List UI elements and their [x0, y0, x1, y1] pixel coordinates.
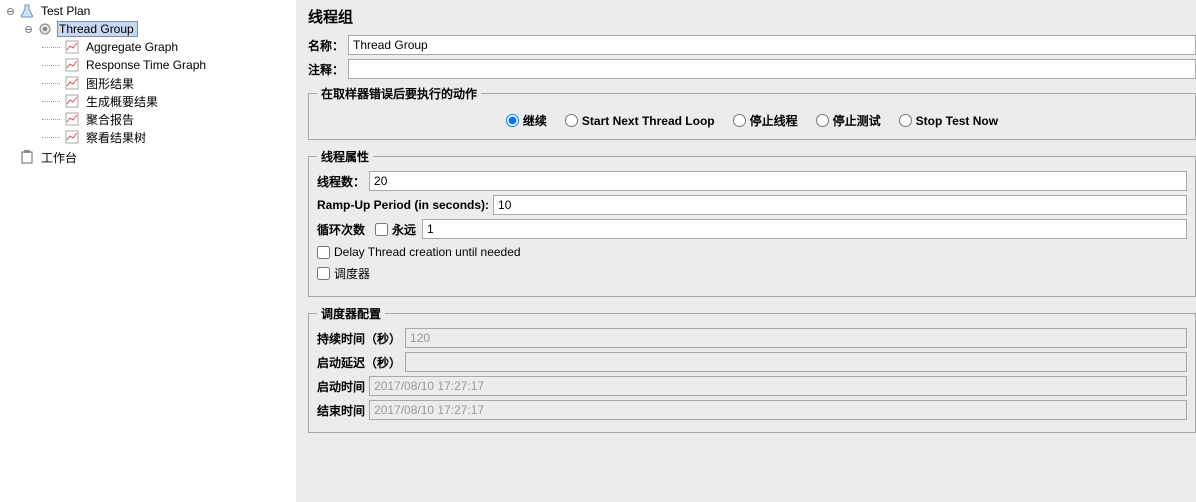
on-sampler-error-group: 在取样器错误后要执行的动作 继续 Start Next Thread Loop … — [308, 85, 1196, 140]
forever-checkbox[interactable] — [375, 223, 388, 236]
tree-label: Test Plan — [39, 4, 94, 18]
delay-thread-label: Delay Thread creation until needed — [334, 245, 521, 259]
loop-count-input[interactable] — [422, 219, 1187, 239]
chart-icon — [64, 57, 80, 73]
scheduler-label: 调度器 — [334, 265, 370, 282]
name-label: 名称： — [308, 37, 344, 54]
chart-icon — [64, 93, 80, 109]
radio-stop-test[interactable]: 停止测试 — [816, 112, 881, 129]
radio-stop-test-now[interactable]: Stop Test Now — [899, 114, 998, 128]
clipboard-icon — [19, 149, 35, 165]
tree-label: 工作台 — [39, 149, 81, 166]
forever-checkbox-wrap[interactable]: 永远 — [375, 221, 416, 238]
delay-thread-checkbox[interactable] — [317, 246, 330, 259]
radio-continue[interactable]: 继续 — [506, 112, 547, 129]
tree-node-listener[interactable]: Aggregate Graph — [42, 38, 296, 56]
scheduler-config-legend: 调度器配置 — [317, 305, 385, 322]
radio-start-next-loop-input[interactable] — [565, 114, 578, 127]
tree-label: 聚合报告 — [84, 111, 138, 128]
threads-input[interactable] — [369, 171, 1187, 191]
duration-input — [405, 328, 1187, 348]
duration-label: 持续时间（秒） — [317, 330, 401, 347]
beaker-icon — [19, 3, 35, 19]
radio-continue-input[interactable] — [506, 114, 519, 127]
start-time-input — [369, 376, 1187, 396]
tree-label: Aggregate Graph — [84, 40, 182, 54]
tree-label: Thread Group — [57, 21, 138, 37]
startup-delay-input — [405, 352, 1187, 372]
chart-icon — [64, 111, 80, 127]
ramp-up-label: Ramp-Up Period (in seconds): — [317, 198, 489, 212]
thread-group-panel: 线程组 名称： 注释： 在取样器错误后要执行的动作 继续 Start Next … — [300, 0, 1196, 502]
tree-node-workbench[interactable]: 工作台 — [6, 148, 296, 166]
radio-stop-test-input[interactable] — [816, 114, 829, 127]
tree-label: 察看结果树 — [84, 129, 150, 146]
chart-icon — [64, 129, 80, 145]
tree-label: 生成概要结果 — [84, 93, 162, 110]
thread-properties-legend: 线程属性 — [317, 148, 373, 165]
tree-node-listener[interactable]: 图形结果 — [42, 74, 296, 92]
collapse-icon[interactable] — [6, 7, 15, 16]
thread-properties-group: 线程属性 线程数： Ramp-Up Period (in seconds): 循… — [308, 148, 1196, 297]
comment-label: 注释： — [308, 61, 344, 78]
tree-node-thread-group[interactable]: Thread Group — [24, 20, 296, 38]
scheduler-config-group: 调度器配置 持续时间（秒） 启动延迟（秒） 启动时间 结束时间 — [308, 305, 1196, 433]
end-time-input — [369, 400, 1187, 420]
tree-node-test-plan[interactable]: Test Plan — [6, 2, 296, 20]
end-time-label: 结束时间 — [317, 402, 365, 419]
radio-start-next-loop[interactable]: Start Next Thread Loop — [565, 114, 715, 128]
gear-icon — [37, 21, 53, 37]
on-sampler-error-legend: 在取样器错误后要执行的动作 — [317, 85, 481, 102]
tree-node-listener[interactable]: 聚合报告 — [42, 110, 296, 128]
comment-input[interactable] — [348, 59, 1196, 79]
ramp-up-input[interactable] — [493, 195, 1187, 215]
chart-icon — [64, 75, 80, 91]
startup-delay-label: 启动延迟（秒） — [317, 354, 401, 371]
radio-stop-thread-input[interactable] — [733, 114, 746, 127]
tree-node-listener[interactable]: 生成概要结果 — [42, 92, 296, 110]
threads-label: 线程数： — [317, 173, 365, 190]
test-plan-tree[interactable]: Test Plan Thread Group Aggregate Graph R… — [0, 0, 300, 502]
name-input[interactable] — [348, 35, 1196, 55]
tree-label: 图形结果 — [84, 75, 138, 92]
tree-node-listener[interactable]: Response Time Graph — [42, 56, 296, 74]
collapse-icon[interactable] — [24, 25, 33, 34]
radio-stop-thread[interactable]: 停止线程 — [733, 112, 798, 129]
chart-icon — [64, 39, 80, 55]
page-title: 线程组 — [308, 6, 1196, 27]
tree-node-listener[interactable]: 察看结果树 — [42, 128, 296, 146]
scheduler-checkbox[interactable] — [317, 267, 330, 280]
loop-count-label: 循环次数 — [317, 221, 365, 238]
tree-label: Response Time Graph — [84, 58, 210, 72]
start-time-label: 启动时间 — [317, 378, 365, 395]
radio-stop-test-now-input[interactable] — [899, 114, 912, 127]
